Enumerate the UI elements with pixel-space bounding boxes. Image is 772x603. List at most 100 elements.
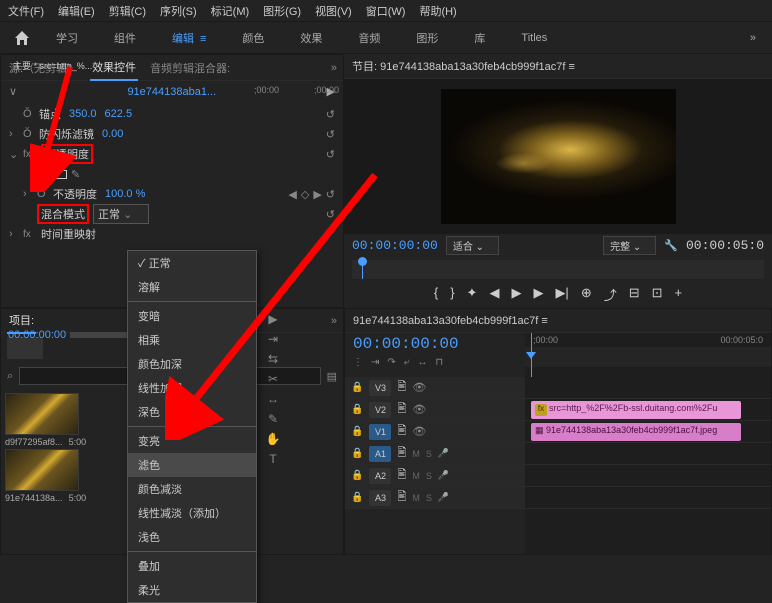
lock-icon[interactable]: 🔒 bbox=[351, 404, 363, 415]
blend-item-lineardodge[interactable]: 线性减淡（添加） bbox=[128, 501, 256, 525]
track-header-a2[interactable]: 🔒 A2 🖹 M S 🎤 bbox=[345, 465, 525, 487]
blend-item-darken[interactable]: 变暗 bbox=[128, 304, 256, 328]
blend-mode-select[interactable]: 正常 ⌄ bbox=[93, 204, 149, 224]
kf-add-icon[interactable]: ◇ bbox=[301, 188, 309, 201]
anchor-x[interactable]: 350.0 bbox=[69, 108, 97, 120]
add-button-icon[interactable]: + bbox=[675, 285, 683, 304]
mask-rect-icon[interactable] bbox=[55, 170, 67, 179]
monitor-viewport[interactable] bbox=[344, 79, 772, 234]
compare-icon[interactable]: ⊡ bbox=[652, 285, 663, 304]
track-select-tool-icon[interactable]: ⇥ bbox=[268, 332, 278, 346]
reset-icon[interactable]: ↺ bbox=[326, 208, 335, 221]
solo-toggle[interactable]: S bbox=[426, 449, 432, 459]
quality-select[interactable]: 完整 ⌄ bbox=[603, 236, 656, 255]
mark-out-icon[interactable]: } bbox=[450, 285, 454, 304]
anchor-y[interactable]: 622.5 bbox=[105, 108, 133, 120]
menu-help[interactable]: 帮助(H) bbox=[419, 3, 456, 19]
snap-icon[interactable]: ⋮ bbox=[353, 357, 363, 368]
go-end-icon[interactable]: ▶| bbox=[555, 285, 568, 304]
blend-item-multiply[interactable]: 相乘 bbox=[128, 328, 256, 352]
track-content[interactable]: fxsrc=http_%2F%2Fb-ssl.duitang.com%2Fu ▦… bbox=[525, 377, 771, 554]
razor-tool-icon[interactable]: ✂ bbox=[268, 372, 278, 386]
lock-icon[interactable]: 🔒 bbox=[351, 382, 363, 393]
menu-edit[interactable]: 编辑(E) bbox=[58, 3, 95, 19]
kf-next-icon[interactable]: ▶ bbox=[313, 188, 321, 201]
solo-toggle[interactable]: S bbox=[426, 471, 432, 481]
timeline-ruler[interactable]: ;00:00 00:00:05:0 bbox=[525, 333, 771, 377]
lift-icon[interactable]: ⊕ bbox=[581, 285, 592, 304]
eye-icon[interactable]: 👁 bbox=[412, 381, 426, 394]
mute-toggle[interactable]: M bbox=[412, 449, 420, 459]
fx-badge-icon[interactable]: fx bbox=[23, 149, 37, 160]
mute-toggle[interactable]: M bbox=[412, 493, 420, 503]
track-header-a1[interactable]: 🔒 A1 🖹 M S 🎤 bbox=[345, 443, 525, 465]
ws-effects[interactable]: 效果 bbox=[282, 24, 340, 52]
time-remap-group[interactable]: 时间重映射 bbox=[41, 226, 96, 242]
wrench-icon[interactable]: 🔧 bbox=[664, 239, 678, 252]
timeline-timecode[interactable]: 00:00:00:00 bbox=[353, 335, 517, 353]
fx-badge-icon[interactable]: fx bbox=[23, 229, 37, 240]
ws-titles[interactable]: Titles bbox=[503, 26, 565, 50]
ws-assembly[interactable]: 组件 bbox=[96, 24, 154, 52]
blend-item-lighten[interactable]: 变亮 bbox=[128, 429, 256, 453]
type-tool-icon[interactable]: T bbox=[269, 452, 276, 466]
toggle-output-icon[interactable]: 🖹 bbox=[397, 400, 406, 419]
slip-tool-icon[interactable]: ↔ bbox=[267, 392, 279, 406]
track-target[interactable]: V3 bbox=[369, 380, 391, 396]
ripple-tool-icon[interactable]: ⇆ bbox=[268, 352, 278, 366]
toggle-output-icon[interactable]: 🖹 bbox=[397, 466, 406, 485]
home-icon[interactable] bbox=[6, 26, 38, 50]
panel-more-icon[interactable]: » bbox=[331, 315, 337, 327]
filter-icon[interactable]: ▤ bbox=[327, 370, 337, 383]
monitor-ruler[interactable] bbox=[352, 260, 764, 279]
track-target[interactable]: V2 bbox=[369, 402, 391, 418]
blend-item-normal[interactable]: 正常 bbox=[128, 251, 256, 275]
toggle-output-icon[interactable]: 🖹 bbox=[397, 444, 406, 463]
ws-color[interactable]: 颜色 bbox=[224, 24, 282, 52]
twist-icon[interactable]: ⌄ bbox=[9, 148, 19, 161]
solo-toggle[interactable]: S bbox=[426, 493, 432, 503]
twist-icon[interactable]: › bbox=[23, 188, 33, 200]
ws-library[interactable]: 库 bbox=[456, 24, 503, 52]
extract-icon[interactable]: ⤴ bbox=[604, 285, 617, 304]
blend-item-linearburn[interactable]: 线性加深 bbox=[128, 376, 256, 400]
marker-tool-icon[interactable]: ↷ bbox=[387, 357, 395, 368]
blend-item-darkercolor[interactable]: 深色 bbox=[128, 400, 256, 424]
menu-marker[interactable]: 标记(M) bbox=[211, 3, 250, 19]
menu-window[interactable]: 窗口(W) bbox=[366, 3, 406, 19]
menu-view[interactable]: 视图(V) bbox=[315, 3, 352, 19]
search-icon[interactable]: ⌕ bbox=[7, 370, 13, 383]
ws-audio[interactable]: 音频 bbox=[340, 24, 398, 52]
track-header-v3[interactable]: 🔒 V3 🖹 👁 bbox=[345, 377, 525, 399]
kf-prev-icon[interactable]: ◀ bbox=[288, 188, 296, 201]
lock-icon[interactable]: 🔒 bbox=[351, 426, 363, 437]
play-icon[interactable]: ▶ bbox=[511, 285, 521, 304]
menu-sequence[interactable]: 序列(S) bbox=[160, 3, 197, 19]
mask-pen-icon[interactable]: ✎ bbox=[71, 168, 80, 181]
mask-ellipse-icon[interactable] bbox=[37, 170, 51, 179]
blend-item-dissolve[interactable]: 溶解 bbox=[128, 275, 256, 299]
reset-icon[interactable]: ↺ bbox=[326, 188, 335, 201]
flicker-val[interactable]: 0.00 bbox=[102, 128, 123, 140]
toggle-output-icon[interactable]: 🖹 bbox=[397, 488, 406, 507]
ws-graphics[interactable]: 图形 bbox=[398, 24, 456, 52]
marker-icon[interactable]: ✦ bbox=[467, 285, 478, 304]
hand-tool-icon[interactable]: ✋ bbox=[266, 432, 281, 446]
step-fwd-icon[interactable]: ▶ bbox=[533, 285, 543, 304]
track-header-v2[interactable]: 🔒 V2 🖹 👁 bbox=[345, 399, 525, 421]
lock-icon[interactable]: 🔒 bbox=[351, 492, 363, 503]
tool6-icon[interactable]: ⊓ bbox=[435, 357, 443, 368]
zoom-slider[interactable] bbox=[70, 332, 130, 338]
opacity-val[interactable]: 100.0 % bbox=[105, 188, 145, 200]
monitor-tc-left[interactable]: 00:00:00:00 bbox=[352, 238, 438, 253]
lock-icon[interactable]: 🔒 bbox=[351, 448, 363, 459]
track-header-v1[interactable]: 🔒 V1 🖹 👁 bbox=[345, 421, 525, 443]
timeline-playhead[interactable] bbox=[531, 333, 532, 377]
panel-more-icon[interactable]: » bbox=[331, 62, 337, 74]
voice-icon[interactable]: 🎤 bbox=[438, 492, 449, 503]
opacity-group[interactable]: 不透明度 bbox=[41, 144, 93, 164]
blend-item-colordodge[interactable]: 颜色减淡 bbox=[128, 477, 256, 501]
eye-icon[interactable]: 👁 bbox=[412, 425, 426, 438]
step-back-icon[interactable]: ◀ bbox=[489, 285, 499, 304]
voice-icon[interactable]: 🎤 bbox=[438, 470, 449, 481]
